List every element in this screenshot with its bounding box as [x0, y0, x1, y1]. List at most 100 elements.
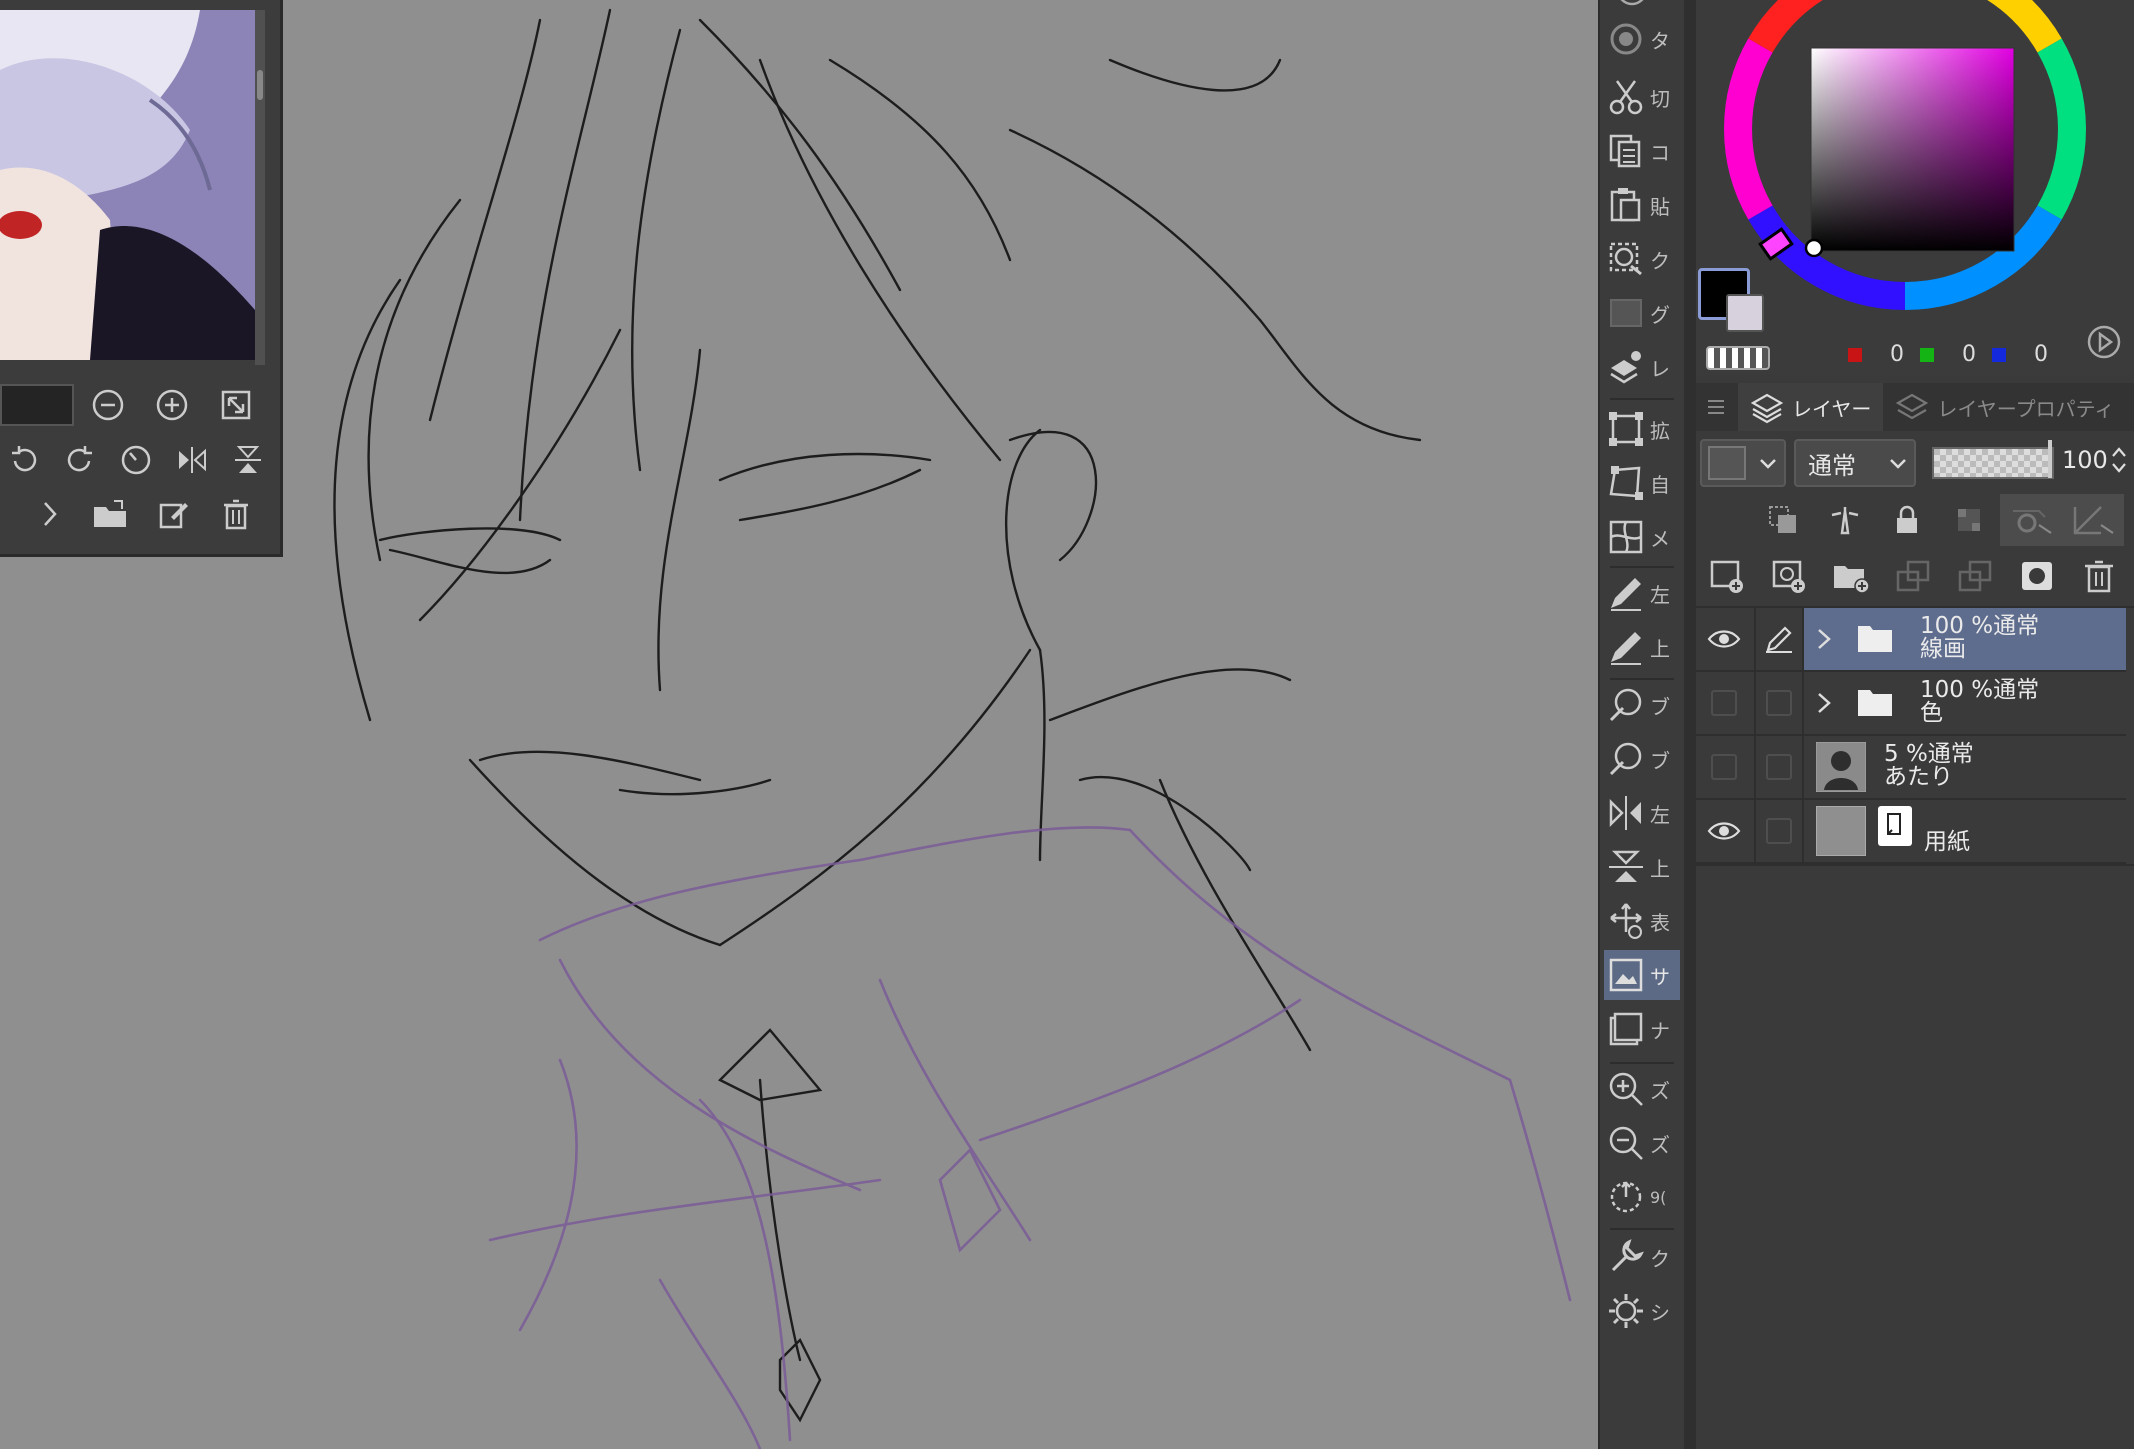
delete-button[interactable] — [216, 494, 256, 534]
tool-item-0[interactable]: タ — [1604, 14, 1680, 64]
tool-item-8[interactable]: 自 — [1604, 458, 1680, 508]
layer-row[interactable]: 100 %通常 色 — [1696, 672, 2126, 736]
color-wheel[interactable] — [1724, 0, 2086, 310]
edit-button[interactable] — [154, 494, 194, 534]
opacity-slider[interactable] — [1932, 447, 2054, 479]
reference-layer-button[interactable] — [1814, 494, 1876, 546]
merge-down-button[interactable] — [1944, 550, 2006, 602]
tool-item-21[interactable]: 9( — [1604, 1172, 1680, 1222]
opacity-slider-handle[interactable] — [2048, 440, 2052, 478]
layer-edit-indicator[interactable] — [1754, 736, 1804, 798]
tool-label: 表 — [1650, 910, 1670, 935]
rotate-left-button[interactable] — [4, 440, 44, 480]
panel-divider[interactable] — [1684, 0, 1696, 1449]
transparent-color-swatch[interactable] — [1706, 346, 1770, 370]
flip-horizontal-button[interactable] — [172, 440, 212, 480]
tool-item-6[interactable]: レ — [1604, 342, 1680, 392]
tool-label: サ — [1650, 964, 1670, 989]
free-transform-icon — [1609, 466, 1643, 500]
edit-icon — [159, 503, 188, 529]
tool-item-16[interactable]: 表 — [1604, 896, 1680, 946]
layer-visibility-toggle[interactable] — [1700, 672, 1748, 734]
tool-item-13[interactable]: ブ — [1604, 734, 1680, 784]
tab-layer[interactable]: レイヤー — [1738, 383, 1884, 431]
layer-mask-button[interactable] — [2006, 550, 2068, 602]
flip-vertical-icon — [235, 446, 261, 473]
layer-row[interactable]: 用紙 — [1696, 800, 2126, 864]
open-button[interactable] — [92, 494, 132, 534]
tool-item-3[interactable]: 貼 — [1604, 180, 1680, 230]
play-icon[interactable] — [2086, 324, 2122, 360]
layer-properties-icon — [1896, 393, 1929, 420]
navigator-thumbnail[interactable] — [0, 10, 255, 360]
tool-item-23[interactable]: シ — [1604, 1286, 1680, 1336]
tool-item-14[interactable]: 左 — [1604, 788, 1680, 838]
layer-settings-row: 通常 — [1700, 438, 1916, 488]
mask-enable-button[interactable] — [2000, 494, 2062, 546]
tool-item-1[interactable]: 切 — [1604, 72, 1680, 122]
ruler-enable-button[interactable] — [2062, 494, 2124, 546]
flip-vertical-button[interactable] — [228, 440, 268, 480]
rgb-green: 0 — [1920, 342, 1976, 367]
move-view-icon — [1610, 903, 1642, 939]
folder-open-icon — [94, 500, 126, 527]
tool-label: ナ — [1650, 1018, 1670, 1043]
tool-item-18[interactable]: ナ — [1604, 1004, 1680, 1054]
transfer-down-icon — [1896, 560, 1930, 592]
rotate-right-button[interactable] — [60, 440, 100, 480]
paste-icon — [1610, 188, 1641, 222]
tool-item-11[interactable]: 上 — [1604, 622, 1680, 672]
tool-item-10[interactable]: 左 — [1604, 568, 1680, 618]
new-folder-icon — [1834, 566, 1870, 594]
tool-item-19[interactable]: ズ — [1604, 1064, 1680, 1114]
chevron-right-icon[interactable] — [1814, 626, 1834, 652]
zoom-out-button[interactable] — [88, 385, 128, 425]
tool-item-9[interactable]: メ — [1604, 512, 1680, 562]
new-folder-button[interactable] — [1820, 550, 1882, 602]
layer-row[interactable]: 5 %通常 あたり — [1696, 736, 2126, 800]
next-button[interactable] — [30, 494, 70, 534]
blend-mode-dropdown[interactable]: 通常 — [1794, 439, 1916, 487]
menu-icon[interactable] — [1706, 397, 1726, 417]
tool-item-15[interactable]: 上 — [1604, 842, 1680, 892]
tool-item-20[interactable]: ズ — [1604, 1118, 1680, 1168]
lock-transparency-button[interactable] — [1938, 494, 2000, 546]
eye-icon — [1707, 822, 1741, 840]
layer-visibility-toggle[interactable] — [1700, 736, 1748, 798]
transfer-down-button[interactable] — [1882, 550, 1944, 602]
layer-visibility-toggle[interactable] — [1700, 608, 1748, 670]
tool-item-4[interactable]: ク — [1604, 234, 1680, 284]
layer-edit-indicator[interactable] — [1754, 800, 1804, 862]
layer-color-dropdown[interactable] — [1700, 439, 1786, 487]
layer-edit-indicator[interactable] — [1754, 672, 1804, 734]
pen-left-icon — [1611, 578, 1641, 611]
clip-layer-button[interactable] — [1752, 494, 1814, 546]
reset-rotation-button[interactable] — [116, 440, 156, 480]
chevron-right-icon[interactable] — [1814, 690, 1834, 716]
sub-color-swatch[interactable] — [1726, 294, 1764, 332]
delete-layer-button[interactable] — [2068, 550, 2130, 602]
navigator-panel — [0, 0, 283, 557]
navigator-scrollbar[interactable] — [255, 10, 265, 365]
new-raster-layer-button[interactable] — [1696, 550, 1758, 602]
lighthouse-icon — [1831, 507, 1859, 535]
zoom-field[interactable] — [0, 384, 74, 426]
layer-visibility-toggle[interactable] — [1700, 800, 1748, 862]
tool-item-7[interactable]: 拡 — [1604, 404, 1680, 454]
tool-item-22[interactable]: ク — [1604, 1232, 1680, 1282]
layer-row[interactable]: 100 %通常 線画 — [1696, 608, 2126, 672]
tool-item-17[interactable]: サ — [1604, 950, 1680, 1000]
opacity-field[interactable]: 100 — [2062, 446, 2108, 474]
fit-to-window-button[interactable] — [216, 385, 256, 425]
tab-layer-properties[interactable]: レイヤープロパティ — [1883, 383, 2126, 431]
tool-item-12[interactable]: ブ — [1604, 680, 1680, 730]
new-vector-layer-button[interactable] — [1758, 550, 1820, 602]
layer-edit-indicator[interactable] — [1754, 608, 1804, 670]
tool-item-5[interactable]: グ — [1604, 288, 1680, 338]
zoom-in-button[interactable] — [152, 385, 192, 425]
lock-layer-button[interactable] — [1876, 494, 1938, 546]
merge-down-icon — [1958, 560, 1992, 592]
opacity-spinner-icon[interactable] — [2110, 446, 2128, 474]
tool-item-2[interactable]: コ — [1604, 126, 1680, 176]
layer-name: 色 — [1920, 700, 1943, 726]
